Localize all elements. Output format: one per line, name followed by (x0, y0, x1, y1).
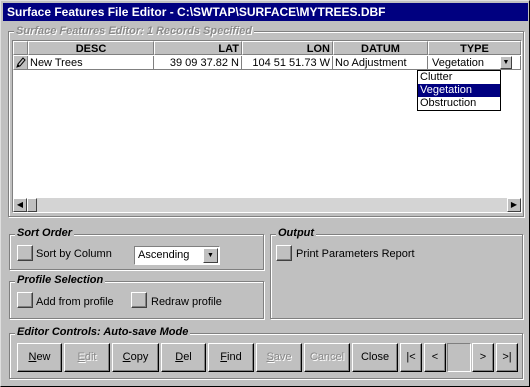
type-combo-value: Vegetation (432, 57, 484, 69)
new-button[interactable]: New (17, 343, 62, 372)
column-header-desc[interactable]: DESC (28, 41, 154, 55)
type-dropdown-list: Clutter Vegetation Obstruction (417, 70, 501, 111)
records-grid[interactable]: DESC LAT LON DATUM TYPE New Trees 39 09 … (12, 40, 522, 213)
output-legend: Output (276, 227, 317, 240)
copy-button[interactable]: Copy (112, 343, 159, 372)
grid-corner (13, 41, 28, 55)
cell-desc[interactable]: New Trees (28, 56, 154, 70)
next-record-button[interactable]: > (472, 343, 494, 372)
editor-controls-legend: Editor Controls: Auto-save Mode (15, 326, 191, 339)
print-report-label: Print Parameters Report (296, 248, 415, 260)
column-header-datum[interactable]: DATUM (333, 41, 428, 55)
add-from-profile-label: Add from profile (36, 296, 114, 308)
horizontal-scrollbar[interactable]: ◀ ▶ (13, 198, 521, 212)
column-header-type[interactable]: TYPE (428, 41, 521, 55)
add-from-profile-checkbox[interactable] (17, 292, 33, 308)
last-record-button[interactable]: >| (496, 343, 518, 372)
dropdown-option-vegetation[interactable]: Vegetation (418, 84, 500, 97)
delete-button[interactable]: Del (161, 343, 206, 372)
previous-record-button[interactable]: < (424, 343, 446, 372)
dropdown-option-obstruction[interactable]: Obstruction (418, 97, 500, 110)
chevron-down-icon[interactable]: ▼ (500, 56, 512, 69)
redraw-profile-label: Redraw profile (151, 296, 222, 308)
sort-order-legend: Sort Order (15, 227, 75, 240)
editor-window: Surface Features File Editor - C:\SWTAP\… (0, 0, 530, 387)
pencil-icon (13, 56, 28, 70)
window-title: Surface Features File Editor - C:\SWTAP\… (3, 3, 528, 21)
column-header-lat[interactable]: LAT (154, 41, 242, 55)
cell-datum[interactable]: No Adjustment (333, 56, 428, 70)
column-header-lon[interactable]: LON (242, 41, 333, 55)
scroll-thumb[interactable] (27, 198, 37, 212)
sort-direction-select[interactable]: Ascending ▼ (134, 246, 220, 265)
records-legend: Surface Features Editor: 1 Records Speci… (14, 25, 254, 38)
save-button[interactable]: Save (256, 343, 302, 372)
record-position-field[interactable] (447, 343, 471, 372)
dropdown-option-clutter[interactable]: Clutter (418, 71, 500, 84)
scroll-right-button[interactable]: ▶ (507, 198, 521, 212)
close-button[interactable]: Close (352, 343, 398, 372)
cancel-button[interactable]: Cancel (304, 343, 350, 372)
cell-lat[interactable]: 39 09 37.82 N (154, 56, 242, 70)
type-combo[interactable]: Vegetation ▼ (428, 56, 521, 70)
first-record-button[interactable]: |< (400, 343, 422, 372)
find-button[interactable]: Find (208, 343, 254, 372)
sort-by-column-checkbox[interactable] (17, 245, 33, 261)
chevron-down-icon[interactable]: ▼ (203, 248, 218, 263)
cell-lon[interactable]: 104 51 51.73 W (242, 56, 333, 70)
profile-selection-legend: Profile Selection (15, 274, 106, 287)
sort-direction-value: Ascending (138, 249, 190, 261)
scroll-left-button[interactable]: ◀ (13, 198, 27, 212)
edit-button[interactable]: Edit (64, 343, 110, 372)
redraw-profile-checkbox[interactable] (131, 292, 147, 308)
print-report-checkbox[interactable] (276, 245, 292, 261)
sort-by-column-label: Sort by Column (36, 248, 112, 260)
